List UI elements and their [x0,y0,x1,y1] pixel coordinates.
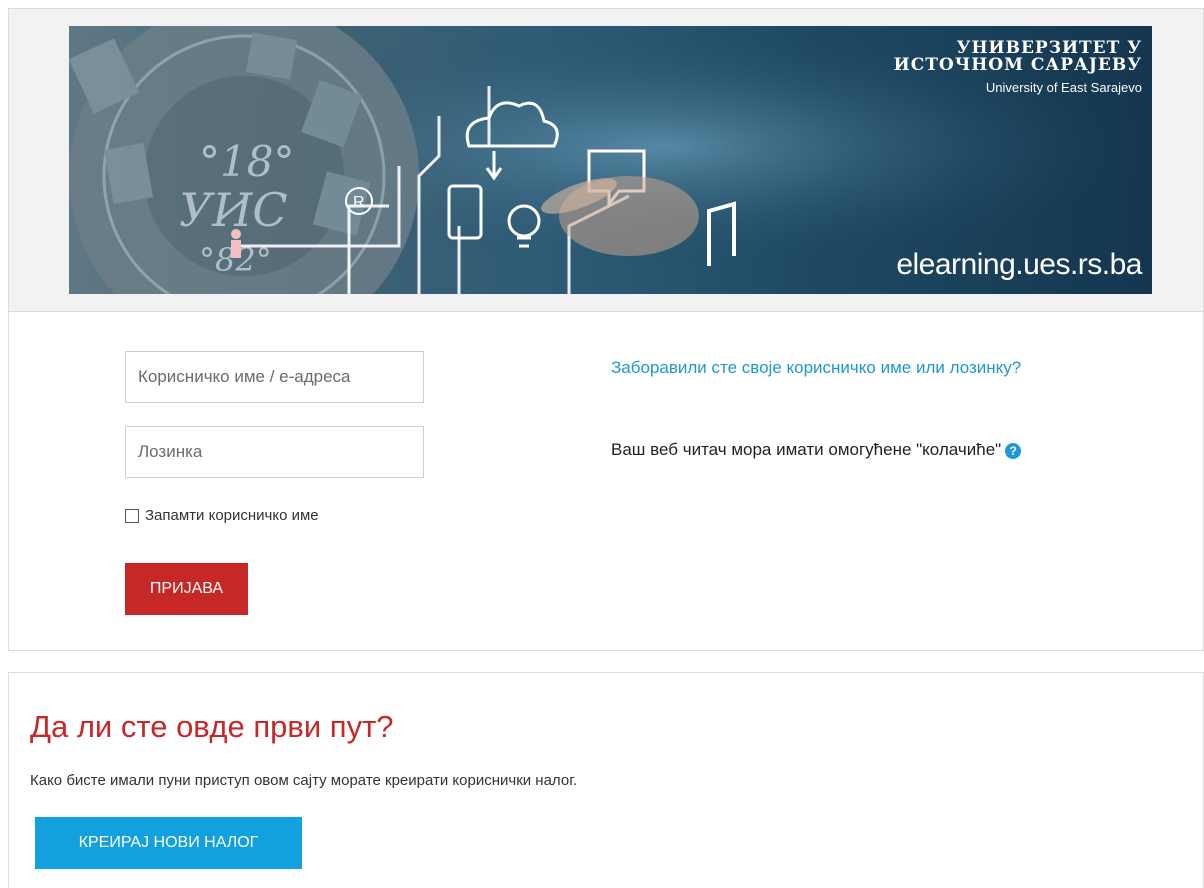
svg-text:УИС: УИС [179,183,288,237]
question-circle-icon[interactable]: ? [1005,442,1022,459]
svg-text:R: R [353,194,365,211]
remember-label: Запамти корисничко име [145,507,319,524]
university-title-line2: ИСТОЧНОМ САРАЈЕВУ [893,55,1142,75]
signup-heading: Да ли сте овде први пут? [30,709,394,744]
cookies-notice-text: Ваш веб читач мора имати омогућене "кола… [611,440,1002,459]
svg-text:°18°: °18° [199,137,294,186]
site-url: elearning.ues.rs.ba [896,248,1142,281]
forgot-credentials-link[interactable]: Заборавили сте своје корисничко име или … [611,354,1031,381]
university-seal: °18° УИС °82° [69,26,419,294]
signup-text: Како бисте имали пуни приступ овом сајту… [30,772,578,789]
banner-area: °18° УИС °82° R УНИВЕРЗИТЕТ У ИСТОЧНОМ С… [9,9,1203,312]
login-button[interactable]: ПРИЈАВА [125,563,248,615]
university-latin-name: University of East Sarajevo [985,80,1142,95]
signup-card: Да ли сте овде први пут? Како бисте имал… [8,672,1204,888]
login-card: °18° УИС °82° R УНИВЕРЗИТЕТ У ИСТОЧНОМ С… [8,8,1204,651]
create-account-button[interactable]: КРЕИРАЈ НОВИ НАЛОГ [35,817,302,869]
remember-checkbox[interactable] [125,508,139,523]
person-figure [231,229,241,258]
cookies-notice: Ваш веб читач мора имати омогућене "кола… [611,436,1031,463]
banner-image: °18° УИС °82° R УНИВЕРЗИТЕТ У ИСТОЧНОМ С… [69,26,1152,294]
username-input[interactable] [125,351,424,403]
university-title: УНИВЕРЗИТЕТ У ИСТОЧНОМ САРАЈЕВУ [894,40,1142,74]
password-input[interactable] [125,426,424,478]
remember-username[interactable]: Запамти корисничко име [125,507,319,524]
